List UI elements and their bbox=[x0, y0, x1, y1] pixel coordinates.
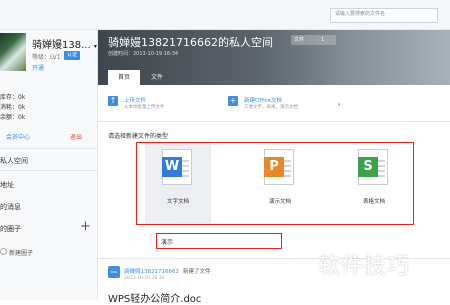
upload-title: 上传文件 bbox=[124, 98, 147, 104]
create-title: 新建Office文档 bbox=[244, 98, 283, 104]
logout-link[interactable]: 退出 bbox=[70, 132, 82, 141]
user-level: 等级：LV1 bbox=[32, 54, 61, 61]
stat-balance: 余额：0k bbox=[0, 114, 26, 121]
sidebar-item-circles[interactable]: 的圈子 bbox=[0, 224, 21, 234]
chevron-down-icon[interactable]: ▾ bbox=[94, 43, 97, 50]
chevron-down-icon[interactable]: ▾ bbox=[338, 102, 341, 108]
username[interactable]: 骑婵嫚138... ▾ bbox=[32, 36, 97, 51]
search-input[interactable]: 请输入要搜索的文件名 bbox=[330, 8, 438, 23]
created-time: 创建时间：2013-10-19 16:34 bbox=[108, 51, 179, 57]
doc-type-label: 文字文档 bbox=[166, 199, 189, 205]
sidebar-item-messages[interactable]: 的消息 bbox=[0, 202, 21, 212]
avatar[interactable] bbox=[0, 33, 26, 71]
tab-files[interactable]: 文件 bbox=[142, 70, 172, 85]
doc-type-label: 表格文档 bbox=[362, 199, 385, 205]
open-link[interactable]: 开通 bbox=[32, 63, 44, 72]
activity-time: 2013-10-19 16:34 bbox=[124, 276, 165, 281]
verify-badge[interactable]: 认证 bbox=[64, 51, 81, 60]
divider bbox=[98, 121, 450, 122]
activity-line: 骑婵嫚13821716662 新建了文件 bbox=[124, 267, 211, 275]
sidebar-item-private-space[interactable]: 私人空间 bbox=[0, 156, 28, 166]
page-title: 骑婵嫚13821716662的私人空间 bbox=[108, 36, 273, 49]
divider bbox=[0, 148, 97, 149]
filename-input[interactable] bbox=[161, 236, 191, 246]
tab-home[interactable]: 首页 bbox=[108, 70, 140, 85]
upload-arrow-icon: ↑ bbox=[108, 96, 118, 106]
activity-action: 新建了文件 bbox=[183, 269, 211, 275]
activity-file-link[interactable]: WPS轻办公简介.doc bbox=[108, 290, 201, 305]
doc-type-label: 演示文档 bbox=[268, 199, 291, 205]
doc-type-prompt: 请选择新建文件的类型 bbox=[108, 133, 169, 140]
top-bar: 请输入要搜索的文件名 bbox=[0, 0, 450, 30]
member-center-link[interactable]: 会员中心 bbox=[6, 132, 30, 141]
sidebar-item-address[interactable]: 地址 bbox=[0, 180, 14, 190]
doc-type-word[interactable]: W 文字文档 bbox=[145, 143, 211, 224]
sidebar: 骑婵嫚138... ▾ 等级：LV1 认证 开通 库存：0k 消耗：0k 余额：… bbox=[0, 30, 98, 300]
file-count-value: 1 bbox=[321, 37, 325, 43]
doc-type-spreadsheet[interactable]: S 表格文档 bbox=[341, 143, 407, 224]
presentation-icon: P bbox=[264, 157, 284, 177]
file-count-badge[interactable]: 文件 1 bbox=[291, 35, 336, 45]
stat-used: 消耗：0k bbox=[0, 104, 26, 111]
create-desc: 方便文字，表格，演示文档 bbox=[244, 105, 298, 110]
spreadsheet-icon: S bbox=[358, 157, 378, 177]
plus-icon: + bbox=[228, 96, 238, 106]
circle-icon bbox=[0, 248, 7, 255]
filename-field[interactable] bbox=[156, 233, 282, 249]
activity-user-link[interactable]: 骑婵嫚13821716662 bbox=[124, 269, 179, 275]
sidebar-item-new-circle[interactable]: 新建圈子 bbox=[9, 248, 33, 257]
stat-stock: 库存：0k bbox=[0, 94, 26, 101]
wps-icon: WPS bbox=[108, 266, 120, 278]
add-circle-icon[interactable]: + bbox=[80, 220, 91, 233]
tab-bar: 首页 文件 bbox=[98, 70, 450, 85]
watermark: 软件技巧 bbox=[318, 254, 411, 279]
file-count-label: 文件 bbox=[294, 37, 305, 43]
space-banner: 骑婵嫚13821716662的私人空间 文件 1 创建时间：2013-10-19… bbox=[98, 30, 450, 85]
word-icon: W bbox=[162, 157, 182, 177]
username-text: 骑婵嫚138... bbox=[32, 40, 91, 51]
doc-type-chooser: W 文字文档 P 演示文档 S 表格文档 bbox=[136, 142, 414, 225]
doc-type-presentation[interactable]: P 演示文档 bbox=[247, 143, 313, 224]
divider bbox=[0, 170, 97, 171]
upload-desc: 从本地批量上传文件 bbox=[124, 105, 165, 110]
